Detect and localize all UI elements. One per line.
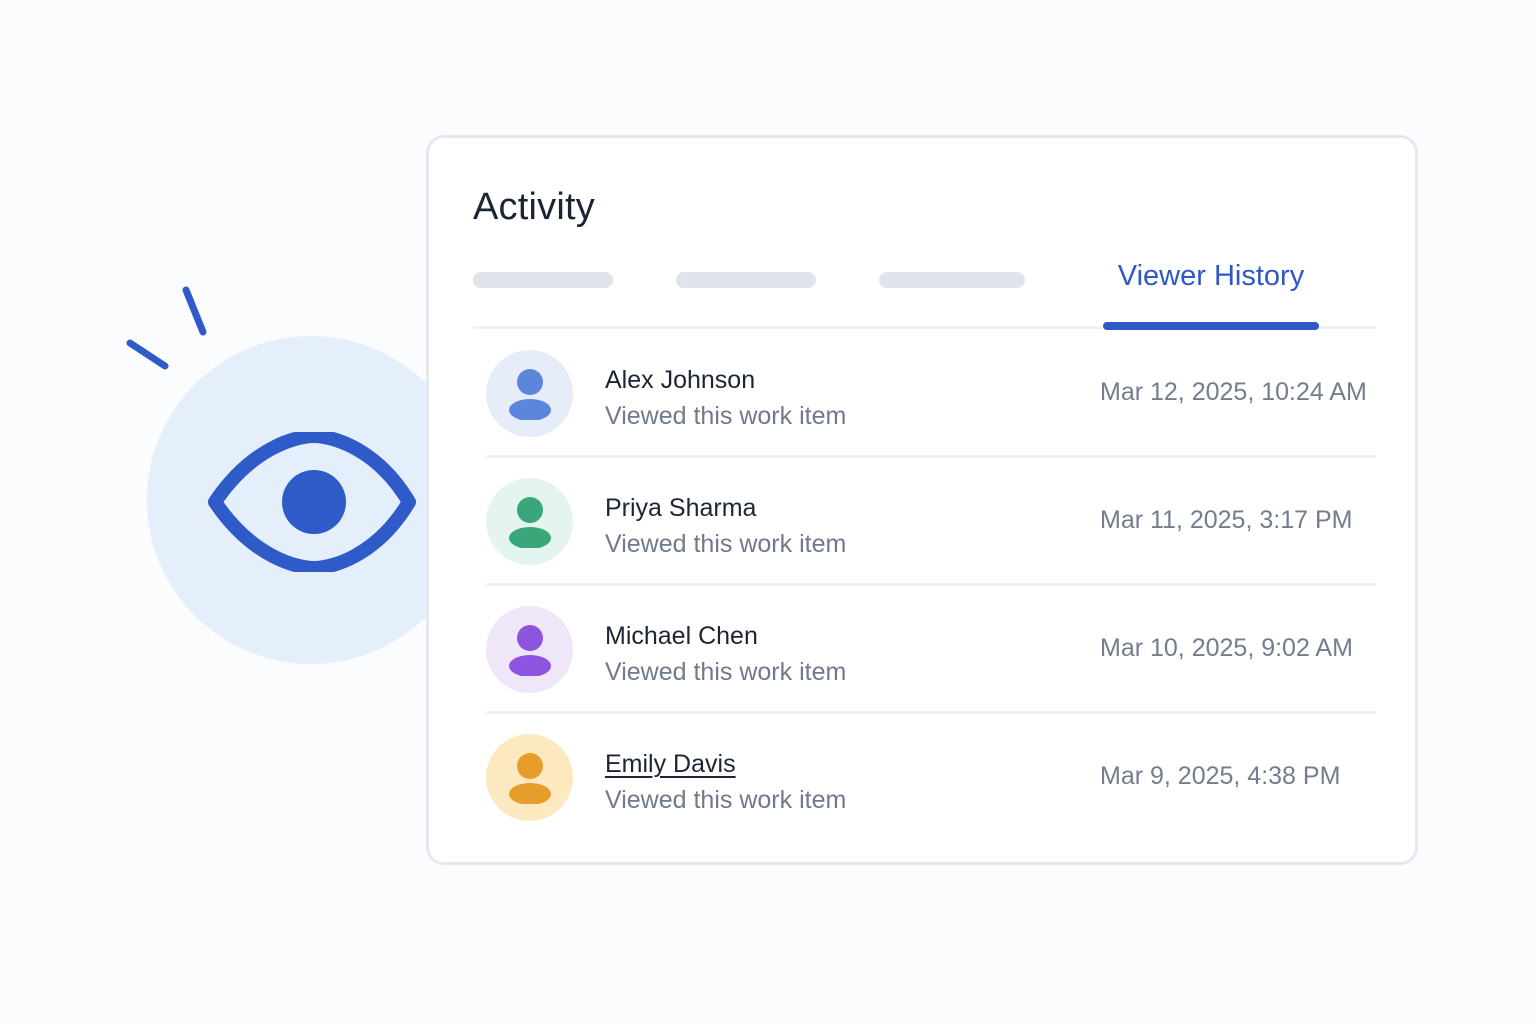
viewed-timestamp: Mar 10, 2025, 9:02 AM (1100, 634, 1353, 662)
activity-card: Activity Viewer History Alex Johnson Vie… (426, 135, 1418, 865)
viewer-action: Viewed this work item (605, 530, 847, 558)
user-icon (509, 753, 551, 804)
viewer-name[interactable]: Priya Sharma (605, 494, 756, 523)
viewed-timestamp: Mar 9, 2025, 4:38 PM (1100, 762, 1341, 790)
tab-viewer-history[interactable]: Viewer History (1103, 254, 1319, 330)
avatar (486, 478, 573, 565)
viewer-row-priya-sharma[interactable]: Priya Sharma Viewed this work item Mar 1… (486, 458, 1376, 586)
user-icon (509, 369, 551, 420)
viewer-action: Viewed this work item (605, 658, 847, 686)
viewer-action: Viewed this work item (605, 786, 847, 814)
viewer-row-alex-johnson[interactable]: Alex Johnson Viewed this work item Mar 1… (486, 330, 1376, 458)
tab-placeholder-3[interactable] (879, 272, 1025, 288)
viewer-row-michael-chen[interactable]: Michael Chen Viewed this work item Mar 1… (486, 586, 1376, 714)
viewer-action: Viewed this work item (605, 402, 847, 430)
viewed-timestamp: Mar 11, 2025, 3:17 PM (1100, 506, 1353, 534)
viewed-timestamp: Mar 12, 2025, 10:24 AM (1100, 378, 1367, 406)
avatar (486, 606, 573, 693)
tab-viewer-history-label: Viewer History (1117, 260, 1305, 292)
avatar (486, 734, 573, 821)
active-tab-indicator (1103, 322, 1319, 330)
viewer-name[interactable]: Michael Chen (605, 622, 758, 651)
card-title: Activity (473, 186, 595, 228)
tab-bar: Viewer History (473, 254, 1376, 330)
viewer-row-emily-davis[interactable]: Emily Davis Viewed this work item Mar 9,… (486, 714, 1376, 842)
tab-placeholder-2[interactable] (676, 272, 816, 288)
avatar (486, 350, 573, 437)
user-icon (509, 625, 551, 676)
tab-placeholder-1[interactable] (473, 272, 613, 288)
sparkle-lines-icon (126, 286, 207, 370)
viewer-name[interactable]: Alex Johnson (605, 366, 755, 395)
eye-icon (208, 432, 416, 572)
user-icon (509, 497, 551, 548)
viewer-name-link[interactable]: Emily Davis (605, 750, 736, 779)
viewer-list: Alex Johnson Viewed this work item Mar 1… (486, 330, 1376, 842)
